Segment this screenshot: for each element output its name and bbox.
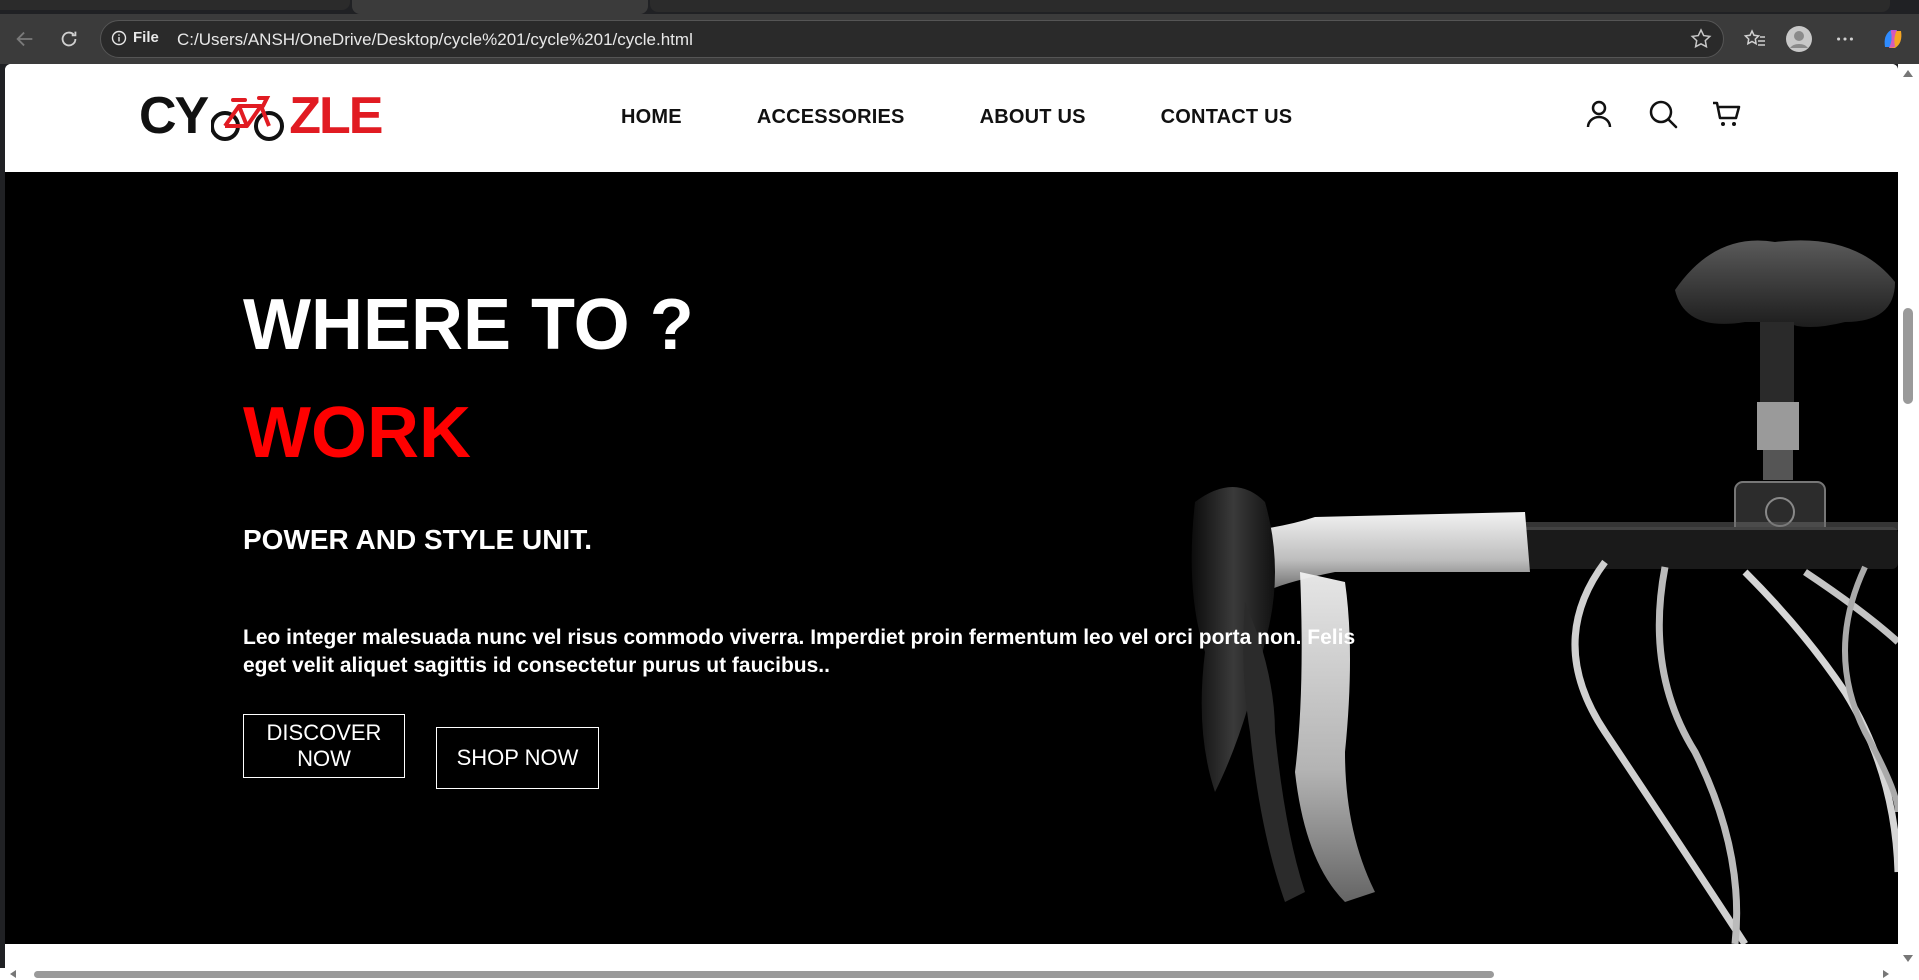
account-button[interactable] xyxy=(1583,98,1615,130)
search-icon xyxy=(1649,100,1678,129)
site-logo[interactable]: CY ZLE xyxy=(139,86,383,146)
cart-icon xyxy=(1713,101,1741,126)
horizontal-scrollbar[interactable] xyxy=(0,968,1919,980)
address-bar[interactable]: File C:/Users/ANSH/OneDrive/Desktop/cycl… xyxy=(100,20,1724,58)
hero-title: WHERE TO ? xyxy=(243,285,694,365)
favorites-list-icon xyxy=(1743,29,1765,46)
header-icons xyxy=(1583,98,1743,130)
hero-section: WHERE TO ? WORK POWER AND STYLE UNIT. Le… xyxy=(5,172,1898,944)
logo-right-text: ZLE xyxy=(289,87,383,145)
hero-subtitle: POWER AND STYLE UNIT. xyxy=(243,524,592,555)
nav-contact-us[interactable]: CONTACT US xyxy=(1161,106,1293,129)
reload-button[interactable] xyxy=(52,22,86,56)
nav-about-us[interactable]: ABOUT US xyxy=(980,106,1086,129)
page-viewport: CY ZLE HOME ACCESSORIES ABOUT US CONTACT… xyxy=(5,64,1898,968)
favorite-button[interactable] xyxy=(1689,27,1713,56)
address-prefix: File xyxy=(133,29,159,46)
scroll-left-arrow-icon[interactable] xyxy=(10,970,16,978)
url-text[interactable]: C:/Users/ANSH/OneDrive/Desktop/cycle%201… xyxy=(177,30,693,50)
site-header: CY ZLE HOME ACCESSORIES ABOUT US CONTACT… xyxy=(5,64,1898,172)
main-nav: HOME ACCESSORIES ABOUT US CONTACT US xyxy=(621,106,1292,129)
more-dots-icon xyxy=(1837,37,1853,41)
reload-icon xyxy=(61,31,77,47)
scroll-right-arrow-icon[interactable] xyxy=(1883,970,1889,978)
info-icon xyxy=(111,30,127,45)
user-icon xyxy=(1586,100,1612,128)
scroll-up-arrow-icon[interactable] xyxy=(1903,70,1913,77)
nav-home[interactable]: HOME xyxy=(621,106,682,129)
back-arrow-icon xyxy=(16,31,33,47)
vertical-scroll-thumb[interactable] xyxy=(1903,308,1913,404)
scroll-down-arrow-icon[interactable] xyxy=(1903,955,1913,962)
favorites-button[interactable] xyxy=(1738,22,1772,56)
browser-tab-active[interactable] xyxy=(352,0,648,14)
browser-tab-inactive[interactable] xyxy=(0,0,350,10)
more-button[interactable] xyxy=(1828,22,1862,56)
site-info[interactable]: File xyxy=(111,29,159,46)
profile-button[interactable] xyxy=(1782,22,1816,56)
vertical-scrollbar[interactable] xyxy=(1898,64,1919,968)
hero-accent-word: WORK xyxy=(243,393,471,473)
back-button[interactable] xyxy=(8,22,42,56)
shop-now-button[interactable]: SHOP NOW xyxy=(436,727,599,789)
horizontal-scroll-thumb[interactable] xyxy=(34,971,1494,978)
bicycle-logo-icon xyxy=(211,96,285,141)
bicycle-handlebar-image xyxy=(1191,240,1898,944)
hero-description: Leo integer malesuada nunc vel risus com… xyxy=(243,626,1356,677)
profile-avatar-icon xyxy=(1786,26,1812,52)
browser-tab-inactive-right[interactable] xyxy=(650,0,1890,12)
logo-left-text: CY xyxy=(139,87,209,145)
search-button[interactable] xyxy=(1647,98,1679,130)
browser-toolbar: File C:/Users/ANSH/OneDrive/Desktop/cycl… xyxy=(0,14,1919,64)
copilot-button[interactable] xyxy=(1876,22,1910,56)
nav-accessories[interactable]: ACCESSORIES xyxy=(757,106,905,129)
star-icon xyxy=(1690,28,1712,49)
discover-now-button[interactable]: DISCOVER NOW xyxy=(243,714,405,778)
tab-strip xyxy=(0,0,1919,14)
copilot-icon xyxy=(1884,30,1902,48)
cart-button[interactable] xyxy=(1711,98,1743,130)
